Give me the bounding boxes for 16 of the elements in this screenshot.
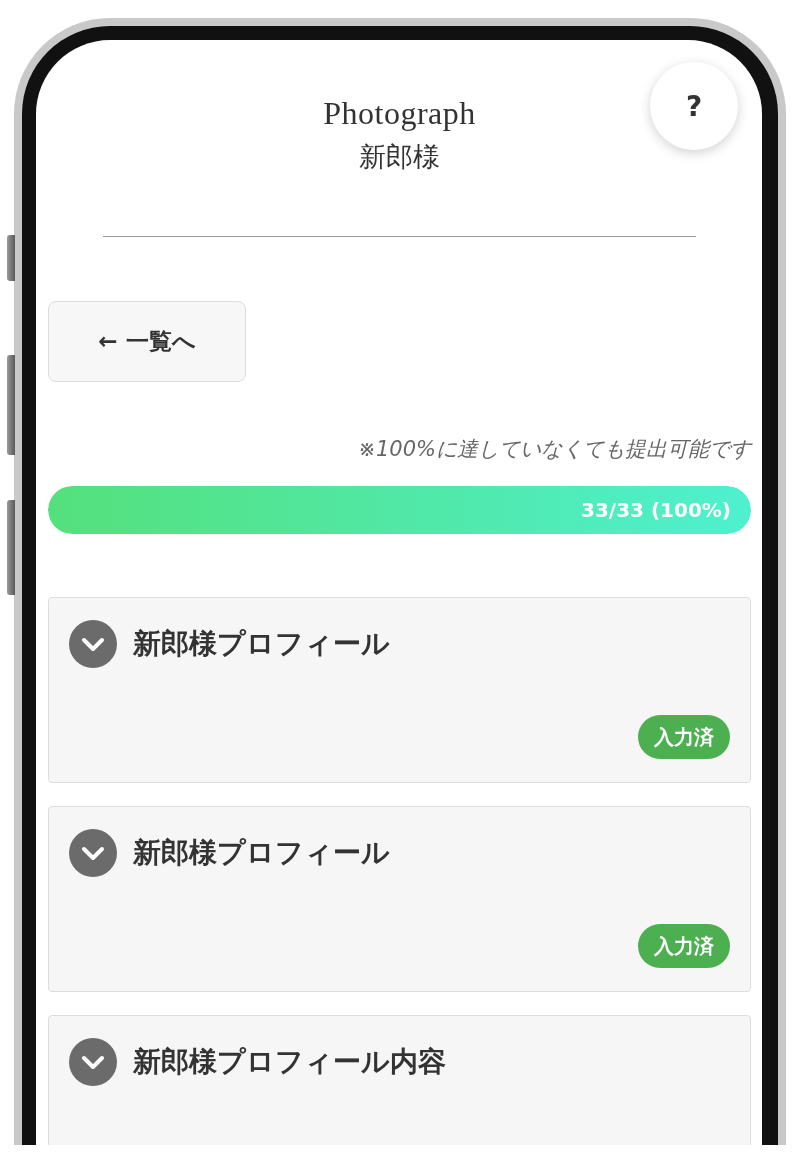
help-button[interactable]: ? xyxy=(650,62,738,150)
section-title: 新郎様プロフィール xyxy=(133,626,390,662)
chevron-down-icon[interactable] xyxy=(69,1038,117,1086)
section-card[interactable]: 新郎様プロフィール 入力済 xyxy=(48,806,751,992)
back-button[interactable]: ← 一覧へ xyxy=(48,301,246,382)
section-title: 新郎様プロフィール内容 xyxy=(133,1044,446,1080)
page-subtitle: 新郎様 xyxy=(359,141,440,174)
chevron-down-icon[interactable] xyxy=(69,620,117,668)
note-text: ※100%に達していなくても提出可能です xyxy=(357,436,751,463)
chevron-down-icon[interactable] xyxy=(69,829,117,877)
section-card[interactable]: 新郎様プロフィール 入力済 xyxy=(48,597,751,783)
status-badge: 入力済 xyxy=(638,924,730,968)
page-title: Photograph xyxy=(323,94,476,133)
status-badge: 入力済 xyxy=(638,715,730,759)
section-card[interactable]: 新郎様プロフィール内容 xyxy=(48,1015,751,1145)
section-title: 新郎様プロフィール xyxy=(133,835,390,871)
